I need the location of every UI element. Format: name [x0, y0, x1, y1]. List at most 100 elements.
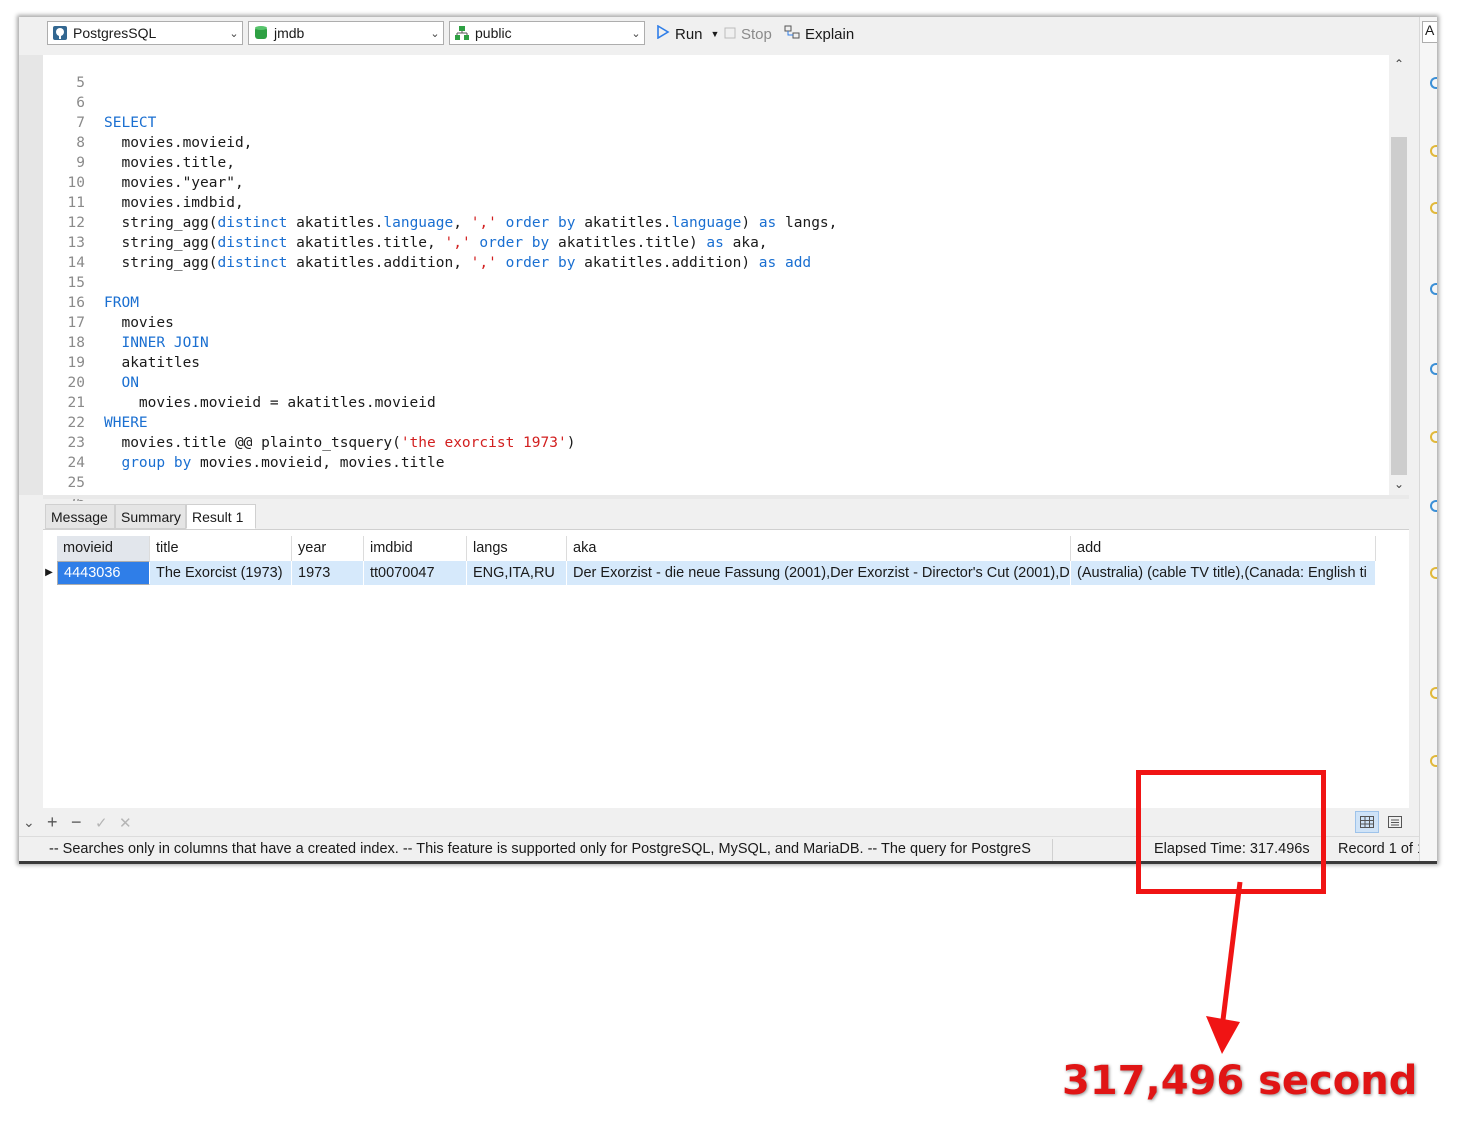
code-line[interactable]: 12 string_agg(distinct akatitles.languag… — [43, 213, 1403, 233]
code-line[interactable]: 7 SELECT — [43, 113, 1403, 133]
code-line[interactable]: 8 movies.movieid, — [43, 133, 1403, 153]
database-select[interactable]: jmdb ⌄ — [248, 21, 444, 45]
side-item-icon[interactable] — [1430, 500, 1437, 512]
schema-select[interactable]: public ⌄ — [449, 21, 645, 45]
annotation-highlight-box — [1136, 770, 1326, 894]
sql-keyword: ON — [104, 375, 139, 391]
sql-token: , — [453, 215, 471, 231]
run-label: Run — [675, 25, 703, 43]
column-header-aka[interactable]: aka — [567, 536, 1071, 561]
code-text: string_agg(distinct akatitles.title, ','… — [104, 233, 767, 253]
line-number: 7 — [76, 115, 85, 131]
apply-check-icon[interactable]: ✓ — [95, 814, 108, 832]
cell-title[interactable]: The Exorcist (1973) — [150, 561, 292, 585]
connection-select[interactable]: PostgresSQL ⌄ — [47, 21, 243, 45]
code-line[interactable]: 13 string_agg(distinct akatitles.title, … — [43, 233, 1403, 253]
sql-string: ',' — [470, 255, 497, 271]
code-line[interactable]: 6 — [43, 93, 1403, 113]
cell-imdbid[interactable]: tt0070047 — [364, 561, 467, 585]
tab-result-1[interactable]: Result 1 — [186, 504, 256, 529]
sql-token: movies.movieid, movies.title — [191, 455, 445, 471]
line-number: 17 — [67, 315, 85, 331]
side-item-icon[interactable] — [1430, 77, 1437, 89]
discard-x-icon[interactable]: ✕ — [119, 814, 132, 832]
panel-splitter[interactable] — [43, 495, 1409, 499]
column-header-title[interactable]: title — [150, 536, 292, 561]
cell-add[interactable]: (Australia) (cable TV title),(Canada: En… — [1071, 561, 1376, 585]
cell-movieid[interactable]: 4443036 — [57, 561, 150, 585]
form-view-icon[interactable] — [1383, 811, 1407, 833]
code-line[interactable]: 23 movies.title @@ plainto_tsquery('the … — [43, 433, 1403, 453]
scroll-up-icon[interactable]: ⌃ — [1389, 57, 1409, 71]
code-text: movies."year", — [104, 173, 243, 193]
column-header-imdbid[interactable]: imdbid — [364, 536, 467, 561]
add-row-icon[interactable]: + — [47, 812, 58, 833]
side-item-icon[interactable] — [1430, 283, 1437, 295]
side-item-icon[interactable] — [1430, 567, 1437, 579]
chevron-down-icon: ⌄ — [430, 27, 440, 40]
line-number: 5 — [76, 75, 85, 91]
code-line[interactable]: 9 movies.title, — [43, 153, 1403, 173]
grid-view-icon[interactable] — [1355, 811, 1379, 833]
code-line[interactable]: 17 movies — [43, 313, 1403, 333]
code-line[interactable]: 15 — [43, 273, 1403, 293]
run-button[interactable]: Run ▼ — [656, 23, 719, 45]
code-line[interactable]: 22 WHERE — [43, 413, 1403, 433]
cell-year[interactable]: 1973 — [292, 561, 364, 585]
column-header-year[interactable]: year — [292, 536, 364, 561]
side-item-icon[interactable] — [1430, 755, 1437, 767]
sql-code-editor[interactable]: 5 6 7 SELECT 8 movies.movieid, 9 movies.title… — [43, 55, 1409, 511]
tab-summary[interactable]: Summary — [115, 504, 186, 529]
code-line[interactable]: 21 movies.movieid = akatitles.movieid — [43, 393, 1403, 413]
scroll-down-icon[interactable]: ⌄ — [1389, 477, 1409, 491]
sql-keyword: SELECT — [104, 115, 157, 131]
schema-tree-icon — [454, 25, 470, 41]
side-item-icon[interactable] — [1430, 687, 1437, 699]
code-text: movies — [104, 313, 173, 333]
side-item-icon[interactable] — [1430, 363, 1437, 375]
editor-scrollbar[interactable]: ⌃ ⌄ — [1389, 55, 1409, 495]
annotation-arrow-icon — [1206, 881, 1243, 1054]
line-number: 9 — [76, 155, 85, 171]
code-line[interactable]: 11 movies.imdbid, — [43, 193, 1403, 213]
code-line[interactable]: 5 — [43, 73, 1403, 93]
column-header-movieid[interactable]: movieid — [57, 536, 150, 561]
code-line[interactable]: 20 ON — [43, 373, 1403, 393]
sql-keyword: FROM — [104, 295, 139, 311]
sql-token: akatitles.addition) — [575, 255, 759, 271]
run-dropdown-icon[interactable]: ▼ — [711, 29, 720, 39]
code-text: string_agg(distinct akatitles.addition, … — [104, 253, 811, 273]
line-number: 14 — [67, 255, 85, 271]
sql-keyword: order by — [505, 255, 576, 271]
sql-string: ',' — [470, 215, 497, 231]
tab-message[interactable]: Message — [45, 504, 115, 529]
code-text: ON — [104, 373, 139, 393]
column-header-add[interactable]: add — [1071, 536, 1376, 561]
code-line[interactable]: 25 — [43, 473, 1403, 493]
code-line[interactable]: 19 akatitles — [43, 353, 1403, 373]
sql-token: string_agg( — [104, 235, 218, 251]
scrollbar-thumb[interactable] — [1391, 137, 1407, 475]
side-item-icon[interactable] — [1430, 431, 1437, 443]
sql-token: akatitles.addition, — [287, 255, 471, 271]
side-panel-input[interactable]: A — [1422, 21, 1437, 43]
side-item-icon[interactable] — [1430, 202, 1437, 214]
code-line[interactable]: 18 INNER JOIN — [43, 333, 1403, 353]
explain-button[interactable]: Explain — [784, 23, 854, 45]
side-item-icon[interactable] — [1430, 145, 1437, 157]
code-line[interactable]: 16 FROM — [43, 293, 1403, 313]
stop-button[interactable]: Stop — [724, 23, 772, 45]
cell-langs[interactable]: ENG,ITA,RU — [467, 561, 567, 585]
column-header-langs[interactable]: langs — [467, 536, 567, 561]
sql-keyword: order by — [479, 235, 550, 251]
cell-aka[interactable]: Der Exorzist - die neue Fassung (2001),D… — [567, 561, 1071, 585]
delete-row-icon[interactable]: − — [71, 812, 82, 833]
collapse-chevron-icon[interactable]: ⌄ — [23, 814, 35, 831]
line-number: 6 — [76, 95, 85, 111]
sql-token: ) — [741, 215, 759, 231]
code-line[interactable]: 10 movies."year", — [43, 173, 1403, 193]
code-line[interactable]: 24 group by movies.movieid, movies.title — [43, 453, 1403, 473]
sql-token: movies.movieid = akatitles.movieid — [104, 395, 436, 411]
code-line[interactable]: 14 string_agg(distinct akatitles.additio… — [43, 253, 1403, 273]
